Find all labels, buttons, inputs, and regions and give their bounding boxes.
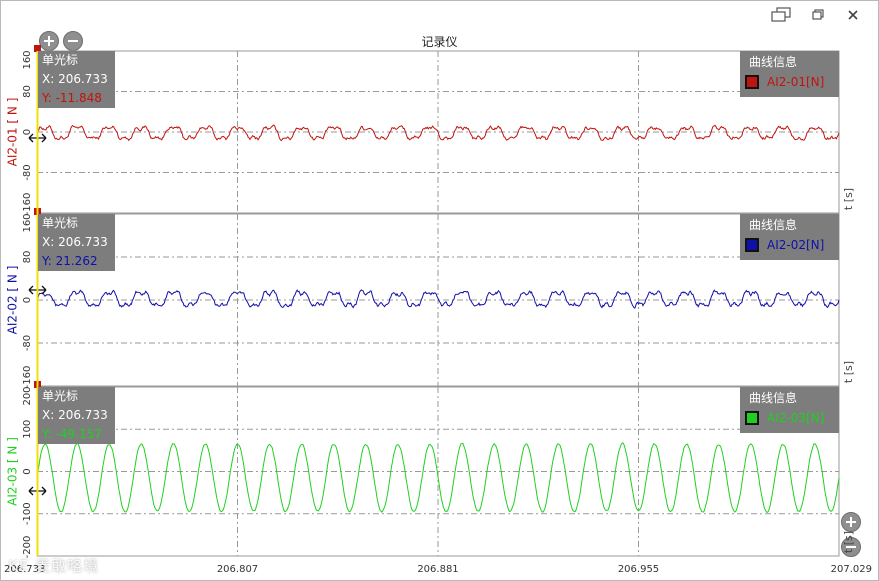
cursor-x-value: X: 206.733 [42,408,108,422]
cursor-info-box: 单光标 X: 206.733 Y: -49.157 [38,387,115,444]
cursor-y-value: Y: 21.262 [42,254,98,268]
y-axis-label: AI2-02 [ N ] [6,266,20,335]
y-tick-label: 100 [22,420,33,439]
legend-box: 曲线信息 AI2-02[N] [740,214,839,260]
y-tick-label: 0 [22,297,33,303]
x-tick-label: 207.029 [831,564,872,575]
legend-title: 曲线信息 [749,55,798,69]
x-unit-label: t [s] [842,531,855,553]
legend-swatch [745,411,759,425]
y-tick-label: 0 [22,468,33,474]
cursor-title: 单光标 [42,216,79,230]
x-tick-label: 206.881 [417,564,458,575]
y-tick-label: 80 [22,251,33,264]
y-tick-label: -100 [22,502,33,525]
legend-series-name[interactable]: AI2-03[N] [767,411,824,425]
x-unit-label: t [s] [842,361,855,383]
y-tick-label: 160 [22,213,33,232]
cursor-info-box: 单光标 X: 206.733 Y: 21.262 [38,214,115,271]
y-tick-label: -80 [22,335,33,351]
y-tick-label: 0 [22,129,33,135]
cursor-x-value: X: 206.733 [42,72,108,86]
legend-series-name[interactable]: AI2-02[N] [767,238,824,252]
x-tick-label: 206.955 [618,564,659,575]
y-tick-label: -80 [22,164,33,180]
legend-swatch [745,75,759,89]
y-tick-label: -160 [22,193,33,216]
cursor-y-value: Y: -49.157 [42,427,102,441]
cursor-info-box: 单光标 X: 206.733 Y: -11.848 [38,51,115,108]
y-tick-label: 80 [22,85,33,98]
cursor-title: 单光标 [42,53,79,67]
legend-title: 曲线信息 [749,391,798,405]
cursor-y-value: Y: -11.848 [42,91,102,105]
y-tick-label: 160 [22,50,33,69]
legend-swatch [745,238,759,252]
cursor-x-value: X: 206.733 [42,235,108,249]
legend-box: 曲线信息 AI2-03[N] [740,387,839,433]
y-tick-label: 200 [22,386,33,405]
x-tick-label: 206.807 [217,564,258,575]
x-unit-label: t [s] [842,188,855,210]
watermark: KE 麦敢咯境 [8,557,100,575]
y-axis-label: AI2-03 [ N ] [6,437,20,506]
legend-series-name[interactable]: AI2-01[N] [767,75,824,89]
cursor-title: 单光标 [42,389,79,403]
legend-box: 曲线信息 AI2-01[N] [740,51,839,97]
y-axis-label: AI2-01 [ N ] [6,98,20,167]
y-tick-label: -160 [22,366,33,389]
legend-title: 曲线信息 [749,218,798,232]
